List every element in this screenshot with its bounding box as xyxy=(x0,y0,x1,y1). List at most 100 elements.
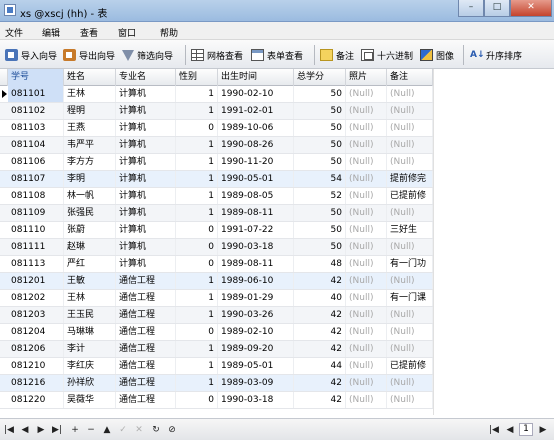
cell-credits[interactable]: 50 xyxy=(294,120,346,136)
menu-view[interactable]: 查看 xyxy=(80,26,98,39)
row-indicator[interactable] xyxy=(0,256,8,272)
cell-gender[interactable]: 1 xyxy=(176,103,218,119)
cell-photo[interactable]: (Null) xyxy=(346,273,387,289)
table-row[interactable]: 081109 张强民 计算机 1 1989-08-11 50 (Null) (Null) xyxy=(0,205,433,222)
cell-photo[interactable]: (Null) xyxy=(346,375,387,391)
cell-name[interactable]: 李计 xyxy=(64,341,116,357)
cell-credits[interactable]: 50 xyxy=(294,103,346,119)
cell-birthdate[interactable]: 1989-08-05 xyxy=(218,188,294,204)
cell-major[interactable]: 计算机 xyxy=(116,171,176,187)
cell-gender[interactable]: 1 xyxy=(176,358,218,374)
menu-file[interactable]: 文件 xyxy=(5,26,23,39)
cell-birthdate[interactable]: 1989-03-09 xyxy=(218,375,294,391)
cell-photo[interactable]: (Null) xyxy=(346,103,387,119)
cell-student-id[interactable]: 081109 xyxy=(8,205,64,221)
cell-credits[interactable]: 42 xyxy=(294,375,346,391)
sort-ascending-button[interactable]: A↓ 升序排序 xyxy=(470,47,522,63)
close-button[interactable]: ✕ xyxy=(510,0,552,17)
row-indicator[interactable] xyxy=(0,120,8,136)
row-indicator[interactable] xyxy=(0,86,8,102)
row-indicator[interactable] xyxy=(0,358,8,374)
table-row[interactable]: 081102 程明 计算机 1 1991-02-01 50 (Null) (Null) xyxy=(0,103,433,120)
cell-credits[interactable]: 48 xyxy=(294,256,346,272)
cell-photo[interactable]: (Null) xyxy=(346,307,387,323)
cell-name[interactable]: 张强民 xyxy=(64,205,116,221)
cell-birthdate[interactable]: 1990-03-18 xyxy=(218,392,294,408)
cell-major[interactable]: 通信工程 xyxy=(116,324,176,340)
cell-remark[interactable]: 已提前修 xyxy=(387,358,433,374)
row-indicator[interactable] xyxy=(0,290,8,306)
cell-name[interactable]: 王林 xyxy=(64,86,116,102)
cell-birthdate[interactable]: 1991-02-01 xyxy=(218,103,294,119)
row-indicator[interactable] xyxy=(0,188,8,204)
cell-remark[interactable]: (Null) xyxy=(387,86,433,102)
cell-student-id[interactable]: 081104 xyxy=(8,137,64,153)
row-indicator[interactable] xyxy=(0,307,8,323)
last-record-icon[interactable]: ▶| xyxy=(52,424,62,436)
table-row[interactable]: 081113 严红 计算机 0 1989-08-11 48 (Null) 有一门功 xyxy=(0,256,433,273)
cell-major[interactable]: 计算机 xyxy=(116,154,176,170)
cell-photo[interactable]: (Null) xyxy=(346,171,387,187)
first-record-icon[interactable]: |◀ xyxy=(4,424,14,436)
cell-major[interactable]: 计算机 xyxy=(116,120,176,136)
cell-photo[interactable]: (Null) xyxy=(346,290,387,306)
cell-credits[interactable]: 52 xyxy=(294,188,346,204)
cell-photo[interactable]: (Null) xyxy=(346,120,387,136)
cell-student-id[interactable]: 081203 xyxy=(8,307,64,323)
row-indicator[interactable] xyxy=(0,222,8,238)
cell-student-id[interactable]: 081106 xyxy=(8,154,64,170)
cell-student-id[interactable]: 081216 xyxy=(8,375,64,391)
cell-student-id[interactable]: 081108 xyxy=(8,188,64,204)
cell-major[interactable]: 计算机 xyxy=(116,222,176,238)
cell-gender[interactable]: 0 xyxy=(176,392,218,408)
cell-name[interactable]: 李明 xyxy=(64,171,116,187)
cell-credits[interactable]: 50 xyxy=(294,137,346,153)
row-indicator[interactable] xyxy=(0,154,8,170)
prev-record-icon[interactable]: ◀ xyxy=(20,424,30,436)
cell-credits[interactable]: 50 xyxy=(294,205,346,221)
cell-name[interactable]: 林一帆 xyxy=(64,188,116,204)
cell-birthdate[interactable]: 1989-01-29 xyxy=(218,290,294,306)
cell-photo[interactable]: (Null) xyxy=(346,86,387,102)
cell-remark[interactable]: (Null) xyxy=(387,154,433,170)
cell-remark[interactable]: 已提前修 xyxy=(387,188,433,204)
cell-birthdate[interactable]: 1990-03-18 xyxy=(218,239,294,255)
cell-gender[interactable]: 1 xyxy=(176,341,218,357)
row-indicator[interactable] xyxy=(0,137,8,153)
cell-remark[interactable]: 有一门课 xyxy=(387,290,433,306)
cell-remark[interactable]: (Null) xyxy=(387,341,433,357)
row-indicator[interactable] xyxy=(0,324,8,340)
cell-gender[interactable]: 1 xyxy=(176,154,218,170)
cell-major[interactable]: 计算机 xyxy=(116,137,176,153)
cell-student-id[interactable]: 081103 xyxy=(8,120,64,136)
row-indicator[interactable] xyxy=(0,205,8,221)
image-button[interactable]: 图像 xyxy=(420,47,454,63)
cell-student-id[interactable]: 081102 xyxy=(8,103,64,119)
cell-credits[interactable]: 54 xyxy=(294,171,346,187)
delete-record-icon[interactable]: − xyxy=(86,424,96,436)
cell-major[interactable]: 计算机 xyxy=(116,205,176,221)
cell-major[interactable]: 计算机 xyxy=(116,188,176,204)
cell-birthdate[interactable]: 1990-05-01 xyxy=(218,171,294,187)
cell-credits[interactable]: 50 xyxy=(294,86,346,102)
cell-birthdate[interactable]: 1989-08-11 xyxy=(218,205,294,221)
cell-birthdate[interactable]: 1990-02-10 xyxy=(218,86,294,102)
column-header-remark[interactable]: 备注 xyxy=(387,69,433,86)
cell-photo[interactable]: (Null) xyxy=(346,222,387,238)
filter-wizard-button[interactable]: 筛选向导 xyxy=(122,47,173,63)
cell-gender[interactable]: 1 xyxy=(176,137,218,153)
hex-button[interactable]: 十六进制 xyxy=(361,47,413,63)
cell-gender[interactable]: 1 xyxy=(176,375,218,391)
table-row[interactable]: 081204 马琳琳 通信工程 0 1989-02-10 42 (Null) (Null) xyxy=(0,324,433,341)
column-header-name[interactable]: 姓名 xyxy=(64,69,116,86)
column-header-birthdate[interactable]: 出生时间 xyxy=(218,69,294,86)
cell-photo[interactable]: (Null) xyxy=(346,392,387,408)
cell-photo[interactable]: (Null) xyxy=(346,137,387,153)
cell-remark[interactable]: (Null) xyxy=(387,375,433,391)
cell-birthdate[interactable]: 1989-02-10 xyxy=(218,324,294,340)
import-wizard-button[interactable]: 导入向导 xyxy=(5,47,57,63)
cell-name[interactable]: 王玉民 xyxy=(64,307,116,323)
cell-gender[interactable]: 0 xyxy=(176,239,218,255)
apply-changes-icon[interactable]: ✓ xyxy=(118,424,128,436)
cell-remark[interactable]: (Null) xyxy=(387,205,433,221)
